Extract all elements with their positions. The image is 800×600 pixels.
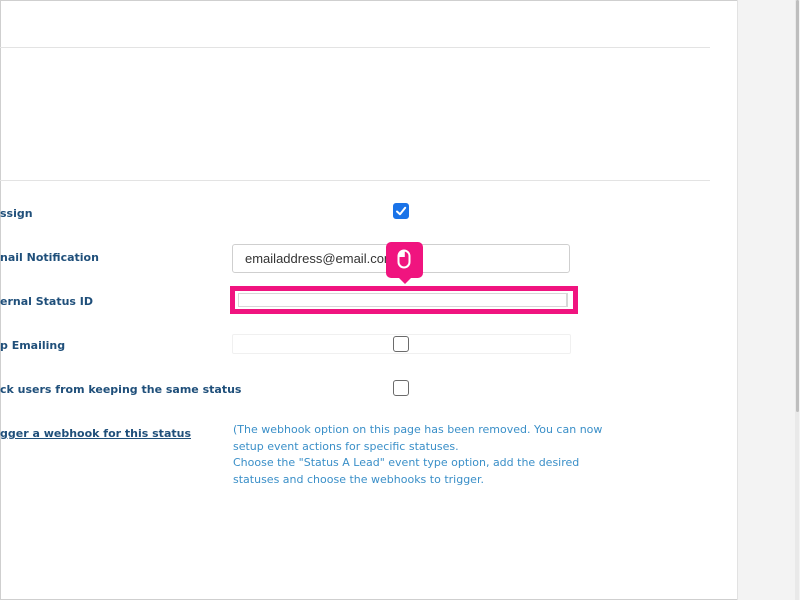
- right-side-panel: [737, 0, 800, 600]
- section-divider: [0, 180, 710, 181]
- webhook-removed-note: (The webhook option on this page has bee…: [233, 422, 603, 488]
- external-status-id-input[interactable]: [230, 286, 578, 314]
- scrollbar-thumb[interactable]: [796, 0, 799, 412]
- trigger-webhook-link[interactable]: gger a webhook for this status: [0, 427, 191, 440]
- external-status-id-label: ernal Status ID: [0, 295, 94, 308]
- mouse-icon: [397, 249, 411, 269]
- cursor-indicator: [386, 242, 423, 284]
- email-notification-label: nail Notification: [0, 251, 99, 264]
- note-line: Choose the "Status A Lead" event type op…: [233, 456, 580, 469]
- block-users-label: ck users from keeping the same status: [0, 383, 242, 396]
- block-users-checkbox[interactable]: [393, 380, 409, 396]
- note-line: statuses and choose the webhooks to trig…: [233, 472, 484, 486]
- stop-emailing-checkbox[interactable]: [393, 336, 409, 352]
- note-line: (The webhook option on this page has bee…: [233, 423, 603, 436]
- checkmark-icon: [396, 206, 407, 216]
- assign-checkbox[interactable]: [393, 203, 409, 219]
- external-status-id-field[interactable]: [238, 293, 568, 307]
- assign-label: ssign: [0, 207, 33, 220]
- section-divider-top: [0, 47, 710, 48]
- stop-emailing-label: p Emailing: [0, 339, 66, 352]
- note-line: setup event actions for specific statuse…: [233, 439, 459, 453]
